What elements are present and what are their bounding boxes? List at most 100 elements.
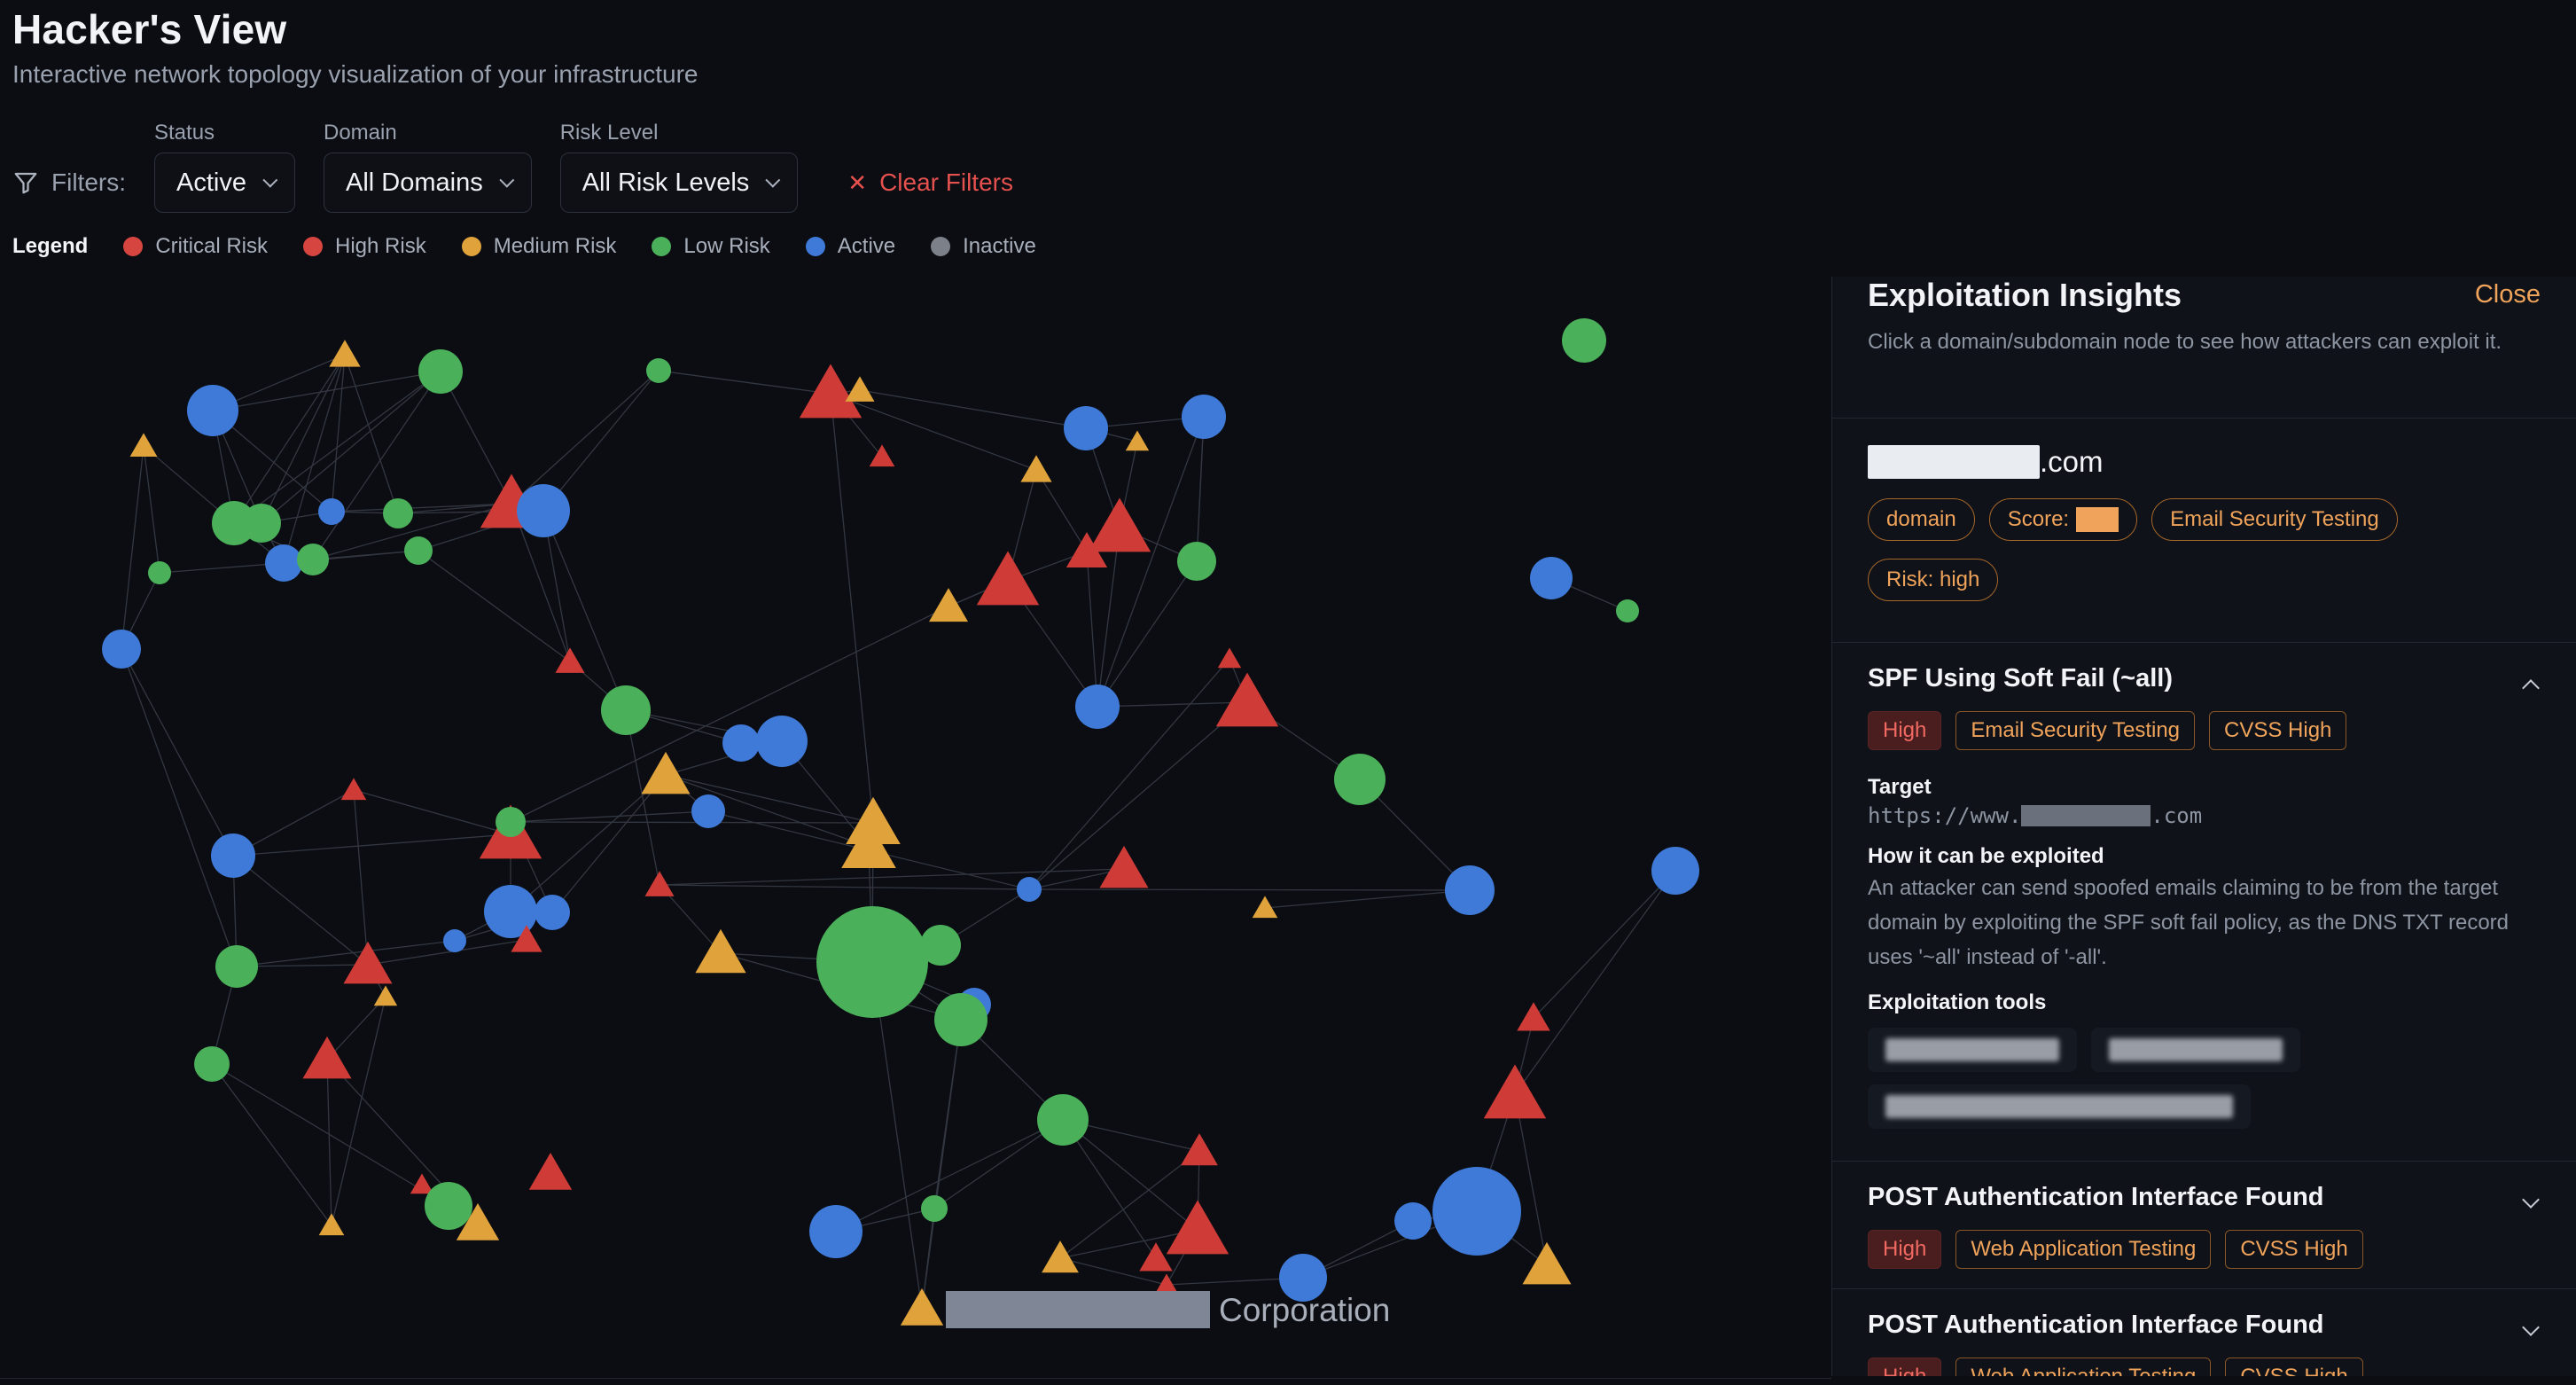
graph-node-low-risk[interactable] [816,906,928,1018]
graph-edge [121,648,238,967]
graph-node-low-risk[interactable] [1037,1094,1089,1146]
graph-node-active[interactable] [722,724,760,762]
vulnerability-tags: High Email Security Testing CVSS High [1868,711,2541,750]
vulnerability-item[interactable]: POST Authentication Interface Found High… [1832,1289,2576,1376]
graph-node-low-risk[interactable] [496,807,526,837]
graph-node-low-risk[interactable] [1334,754,1386,805]
graph-node-active[interactable] [102,630,141,669]
risk-filter-select[interactable]: All Risk Levels [559,153,799,213]
graph-node-low-risk[interactable] [242,504,281,543]
vulnerability-item[interactable]: POST Authentication Interface Found High… [1832,1162,2576,1289]
graph-node-active[interactable] [211,833,255,878]
graph-node-high-risk[interactable] [1217,647,1242,669]
chevron-down-icon [499,172,515,188]
graph-node-medium-risk[interactable] [1042,1240,1079,1273]
graph-node-low-risk[interactable] [1177,542,1216,581]
graph-node-active[interactable] [187,385,238,436]
graph-node-low-risk[interactable] [921,1195,948,1222]
graph-edge [440,371,512,505]
graph-node-low-risk[interactable] [148,561,171,584]
filters-label-group: Filters: [12,153,126,213]
vulnerability-item-expanded[interactable]: SPF Using Soft Fail (~all) High Email Se… [1832,643,2576,1162]
graph-node-active[interactable] [1651,847,1699,895]
graph-edges [121,354,1676,1310]
graph-node-high-risk[interactable] [644,871,675,896]
graph-node-medium-risk[interactable] [1020,455,1052,482]
graph-node-low-risk[interactable] [934,993,987,1046]
graph-node-high-risk[interactable] [1166,1200,1229,1255]
graph-node-active[interactable] [318,498,345,525]
graph-node-active[interactable] [1445,865,1495,915]
graph-node-low-risk[interactable] [601,685,651,735]
graph-node-high-risk[interactable] [869,444,895,467]
graph-edge [121,648,234,857]
graph-node-high-risk[interactable] [1088,497,1151,552]
graph-node-medium-risk[interactable] [845,376,875,402]
graph-node-high-risk[interactable] [302,1036,352,1079]
graph-node-high-risk[interactable] [1215,672,1279,727]
graph-node-active[interactable] [1017,877,1042,902]
graph-node-high-risk[interactable] [555,647,585,673]
graph-node-medium-risk[interactable] [373,985,398,1006]
tool-chip[interactable] [1868,1028,2077,1072]
domain-filter-select[interactable]: All Domains [323,153,532,213]
graph-node-low-risk[interactable] [194,1046,230,1082]
graph-node-low-risk[interactable] [418,349,463,394]
domain-filter-label: Domain [323,121,397,145]
legend-title: Legend [12,234,89,258]
graph-node-low-risk[interactable] [404,536,433,565]
graph-node-medium-risk[interactable] [695,928,746,974]
graph-node-active[interactable] [1075,685,1120,729]
graph-edge [1514,1093,1548,1266]
graph-node-low-risk[interactable] [1562,318,1606,363]
graph-node-medium-risk[interactable] [641,751,691,794]
graph-node-medium-risk[interactable] [318,1213,345,1236]
status-filter-select[interactable]: Active [154,153,295,213]
panel-close-button[interactable]: Close [2475,280,2541,309]
graph-node-active[interactable] [443,929,466,952]
graph-node-low-risk[interactable] [215,945,258,988]
graph-node-active[interactable] [1530,557,1573,599]
legend-label: Low Risk [683,234,770,258]
target-url: https://www. .com [1868,803,2541,828]
graph-node-active[interactable] [1394,1202,1432,1240]
graph-node-active[interactable] [809,1205,863,1258]
graph-node-active[interactable] [1182,395,1226,439]
graph-node-active[interactable] [535,895,570,930]
graph-node-high-risk[interactable] [1099,845,1149,888]
redacted-score [2076,507,2119,532]
graph-node-active[interactable] [756,716,808,767]
graph-node-medium-risk[interactable] [900,1288,944,1326]
graph-node-medium-risk[interactable] [1522,1241,1572,1285]
graph-node-low-risk[interactable] [383,498,413,528]
graph-node-medium-risk[interactable] [929,588,968,622]
graph-node-active[interactable] [1064,406,1108,450]
graph-node-low-risk[interactable] [425,1182,472,1230]
graph-node-high-risk[interactable] [976,551,1040,606]
graph-node-high-risk[interactable] [528,1153,573,1190]
graph-node-medium-risk[interactable] [1125,430,1150,451]
graph-node-high-risk[interactable] [1154,1273,1179,1295]
graph-node-high-risk[interactable] [340,778,367,801]
tool-chip[interactable] [2091,1028,2300,1072]
graph-edge [121,445,144,650]
graph-edge [159,562,285,574]
graph-node-active[interactable] [691,794,725,828]
filter-icon [14,172,37,194]
graph-node-high-risk[interactable] [1483,1064,1547,1119]
graph-node-active[interactable] [265,544,302,582]
graph-node-medium-risk[interactable] [129,433,158,457]
bottom-divider [0,1378,1831,1385]
graph-node-low-risk[interactable] [297,544,329,575]
network-graph[interactable]: Corporation [0,266,1831,1385]
root-node-label: Corporation [946,1291,1390,1328]
graph-node-low-risk[interactable] [1616,599,1639,622]
tool-chip[interactable] [1868,1084,2251,1129]
graph-node-high-risk[interactable] [1181,1133,1218,1166]
clear-filters-button[interactable]: ✕ Clear Filters [847,153,1013,213]
graph-node-active[interactable] [1432,1167,1521,1256]
graph-node-active[interactable] [517,484,570,537]
graph-node-low-risk[interactable] [646,358,671,383]
graph-node-high-risk[interactable] [1139,1242,1173,1272]
graph-node-medium-risk[interactable] [329,340,361,367]
